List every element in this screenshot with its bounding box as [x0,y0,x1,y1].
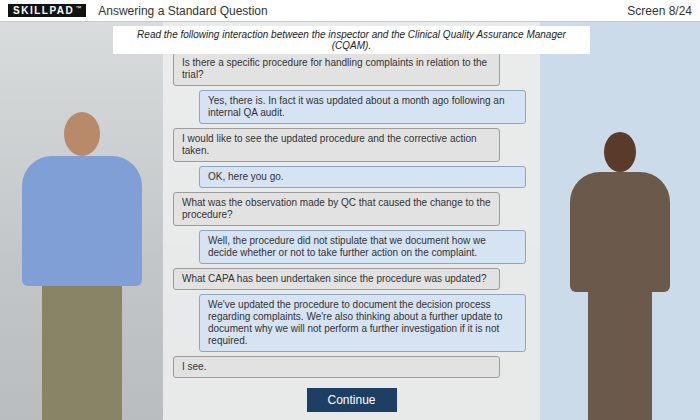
inspector-bubble: What was the observation made by QC that… [173,192,500,226]
inspector-bubble: I would like to see the updated procedur… [173,128,500,162]
cqam-photo [565,132,675,420]
chat-row: I see. [173,356,530,378]
cqam-bubble: We've updated the procedure to document … [199,294,526,352]
chat-row: Is there a specific procedure for handli… [173,52,530,86]
instruction-banner: Read the following interaction between t… [113,26,590,54]
continue-button[interactable]: Continue [307,388,397,412]
chat-list: Is there a specific procedure for handli… [173,52,530,378]
conversation-panel: Is there a specific procedure for handli… [163,22,540,420]
right-backdrop [540,22,700,420]
chat-row: Yes, there is. In fact it was updated ab… [173,90,530,124]
lesson-screen: SKILLPAD™ Answering a Standard Question … [0,0,700,420]
screen-counter: Screen 8/24 [627,4,692,18]
skillpad-logo: SKILLPAD™ [8,4,86,17]
chat-row: What was the observation made by QC that… [173,192,530,226]
cqam-bubble: OK, here you go. [199,166,526,188]
inspector-bubble: What CAPA has been undertaken since the … [173,268,500,290]
chat-row: I would like to see the updated procedur… [173,128,530,162]
top-bar: SKILLPAD™ Answering a Standard Question … [0,0,700,22]
lesson-title: Answering a Standard Question [98,4,615,18]
chat-row: OK, here you go. [173,166,530,188]
chat-row: Well, the procedure did not stipulate th… [173,230,530,264]
chat-row: We've updated the procedure to document … [173,294,530,352]
stage: Is there a specific procedure for handli… [0,22,700,420]
inspector-bubble: Is there a specific procedure for handli… [173,52,500,86]
cqam-bubble: Well, the procedure did not stipulate th… [199,230,526,264]
inspector-bubble: I see. [173,356,500,378]
inspector-photo [17,112,147,420]
cqam-bubble: Yes, there is. In fact it was updated ab… [199,90,526,124]
chat-row: What CAPA has been undertaken since the … [173,268,530,290]
left-backdrop [0,22,163,420]
